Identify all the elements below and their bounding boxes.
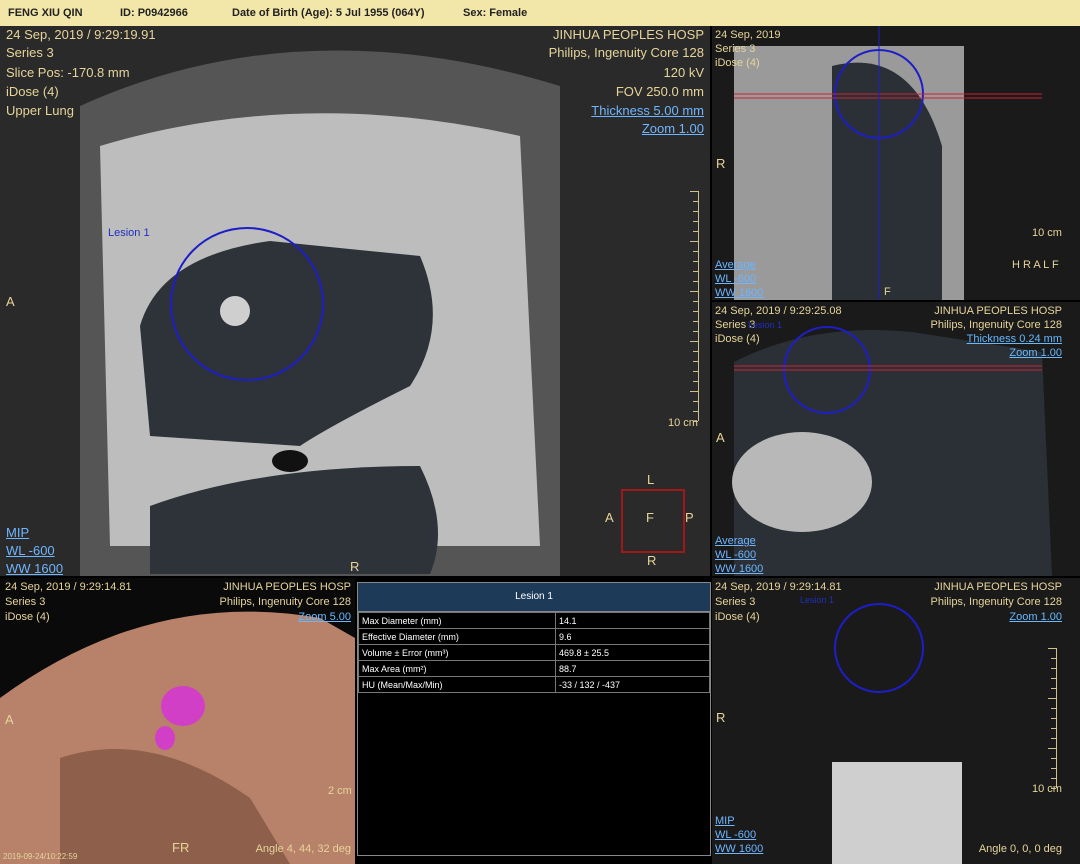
lesion-label-sagittal: Lesion 1 xyxy=(748,320,783,330)
patient-name: FENG XIU QIN xyxy=(8,7,83,19)
sagittal-wl[interactable]: WL -600 xyxy=(715,548,756,562)
axial-fov: FOV 250.0 mm xyxy=(615,84,704,99)
cube-label-left: A xyxy=(605,510,614,525)
axial-scale-ruler xyxy=(690,191,699,422)
axial-zoom[interactable]: Zoom 1.00 xyxy=(642,120,704,138)
lesion-label-axial: Lesion 1 xyxy=(108,227,150,239)
measurement-value: 469.8 ± 25.5 xyxy=(555,644,710,661)
sagittal-viewport[interactable]: 24 Sep, 2019 / 9:29:25.08 Series 3 iDose… xyxy=(712,302,1080,576)
coronal-orient-f: F xyxy=(884,286,891,298)
mip-scale-ruler xyxy=(1048,648,1057,789)
axial-series: Series 3 xyxy=(6,45,54,60)
axial-orient-left: A xyxy=(6,294,15,309)
axial-idose: iDose (4) xyxy=(6,84,59,99)
measurement-row: Max Area (mm²) 88.7 xyxy=(358,660,710,677)
axial-mode[interactable]: MIP xyxy=(6,524,29,542)
patient-dob: Date of Birth (Age): 5 Jul 1955 (064Y) xyxy=(232,7,425,19)
mip-mode[interactable]: MIP xyxy=(715,814,735,828)
mip-orient-r: R xyxy=(716,710,726,725)
volume-datetime: 24 Sep, 2019 / 9:29:14.81 xyxy=(5,581,132,593)
axial-slice-pos: Slice Pos: -170.8 mm xyxy=(6,65,130,80)
mip-zoom[interactable]: Zoom 1.00 xyxy=(1009,610,1062,624)
cube-label-right: P xyxy=(685,510,694,525)
measurement-row: Max Diameter (mm) 14.1 xyxy=(358,612,710,629)
coronal-mode[interactable]: Average xyxy=(715,258,756,272)
sagittal-zoom[interactable]: Zoom 1.00 xyxy=(1009,346,1062,360)
sagittal-orient-a: A xyxy=(716,430,725,445)
axial-hospital: JINHUA PEOPLES HOSP xyxy=(553,27,704,42)
axial-orient-bottom: R xyxy=(350,559,360,574)
patient-sex: Sex: Female xyxy=(463,7,528,19)
axial-region: Upper Lung xyxy=(6,103,74,118)
axial-datetime: 24 Sep, 2019 / 9:29:19.91 xyxy=(6,27,156,42)
volume-zoom[interactable]: Zoom 5.00 xyxy=(298,610,351,624)
sagittal-hospital: JINHUA PEOPLES HOSP xyxy=(934,305,1062,317)
axial-kv: 120 kV xyxy=(663,65,704,80)
measurement-label: Effective Diameter (mm) xyxy=(358,628,556,645)
measurement-row: Effective Diameter (mm) 9.6 xyxy=(358,628,710,645)
mip-viewport[interactable]: 24 Sep, 2019 / 9:29:14.81 Series 3 iDose… xyxy=(712,578,1080,864)
volume-render-viewport[interactable]: 24 Sep, 2019 / 9:29:14.81 Series 3 iDose… xyxy=(0,578,355,864)
volume-scanner: Philips, Ingenuity Core 128 xyxy=(219,596,351,608)
measurement-value: 9.6 xyxy=(555,628,710,645)
mip-scale: 10 cm xyxy=(1032,783,1062,795)
cube-label-center: F xyxy=(646,510,654,525)
sagittal-scanner: Philips, Ingenuity Core 128 xyxy=(930,319,1062,331)
mip-hospital: JINHUA PEOPLES HOSP xyxy=(934,581,1062,593)
volume-angle: Angle 4, 44, 32 deg xyxy=(255,843,351,855)
mip-angle: Angle 0, 0, 0 deg xyxy=(978,843,1062,855)
measurement-label: Volume ± Error (mm³) xyxy=(358,644,556,661)
measurement-value: 88.7 xyxy=(555,660,710,677)
axial-wl[interactable]: WL -600 xyxy=(6,542,55,560)
measurement-title: Lesion 1 xyxy=(358,583,710,612)
coronal-scale: 10 cm xyxy=(1032,227,1062,239)
measurement-table: Max Diameter (mm) 14.1 Effective Diameter … xyxy=(358,612,710,693)
mip-idose: iDose (4) xyxy=(715,611,760,623)
axial-scale-label: 10 cm xyxy=(668,417,698,429)
sagittal-mode[interactable]: Average xyxy=(715,534,756,548)
mip-datetime: 24 Sep, 2019 / 9:29:14.81 xyxy=(715,581,842,593)
volume-series: Series 3 xyxy=(5,596,46,608)
coronal-datetime: 24 Sep, 2019 xyxy=(715,29,781,41)
mip-wl[interactable]: WL -600 xyxy=(715,828,756,842)
cube-label-bottom: R xyxy=(647,553,657,568)
measurement-row: Volume ± Error (mm³) 469.8 ± 25.5 xyxy=(358,644,710,661)
sagittal-ww[interactable]: WW 1600 xyxy=(715,562,763,576)
measurement-label: HU (Mean/Max/Min) xyxy=(358,676,556,693)
axial-viewport[interactable]: 24 Sep, 2019 / 9:29:19.91 Series 3 Slice… xyxy=(0,26,710,576)
axial-scanner: Philips, Ingenuity Core 128 xyxy=(548,45,704,60)
measurement-value: 14.1 xyxy=(555,612,710,629)
mip-scanner: Philips, Ingenuity Core 128 xyxy=(930,596,1062,608)
volume-scale: 2 cm xyxy=(328,785,352,797)
mip-ww[interactable]: WW 1600 xyxy=(715,842,763,856)
axial-ww[interactable]: WW 1600 xyxy=(6,560,63,576)
volume-orient-fr: FR xyxy=(172,840,190,855)
coronal-ww[interactable]: WW 1600 xyxy=(715,286,763,300)
volume-orient-a: A xyxy=(5,712,14,727)
volume-hospital: JINHUA PEOPLES HOSP xyxy=(223,581,351,593)
cube-label-top: L xyxy=(647,472,655,487)
measurement-label: Max Diameter (mm) xyxy=(358,612,556,629)
coronal-series: Series 3 xyxy=(715,43,756,55)
axial-thickness[interactable]: Thickness 5.00 mm xyxy=(591,102,704,120)
lesion-measurement-panel: Lesion 1 Max Diameter (mm) 14.1 Effective … xyxy=(357,582,711,856)
patient-id: ID: P0942966 xyxy=(120,7,188,19)
measurement-value: -33 / 132 / -437 xyxy=(555,676,710,693)
coronal-wl[interactable]: WL -600 xyxy=(715,272,756,286)
measurement-row: HU (Mean/Max/Min) -33 / 132 / -437 xyxy=(358,676,710,693)
coronal-viewport[interactable]: 24 Sep, 2019 Series 3 iDose (4) R F 10 c… xyxy=(712,26,1080,300)
mip-series: Series 3 xyxy=(715,596,756,608)
volume-footer-time: 2019-09-24/10:22:59 xyxy=(3,852,78,861)
coronal-orient-r: R xyxy=(716,156,726,171)
coronal-idose: iDose (4) xyxy=(715,57,760,69)
measurement-label: Max Area (mm²) xyxy=(358,660,556,677)
volume-idose: iDose (4) xyxy=(5,611,50,623)
sagittal-datetime: 24 Sep, 2019 / 9:29:25.08 xyxy=(715,305,842,317)
lesion-label-mip: Lesion 1 xyxy=(800,595,835,605)
sagittal-idose: iDose (4) xyxy=(715,333,760,345)
coronal-cube[interactable]: H R A L F xyxy=(1012,258,1059,272)
patient-header: FENG XIU QIN ID: P0942966 Date of Birth … xyxy=(0,0,1080,26)
sagittal-thickness[interactable]: Thickness 0.24 mm xyxy=(967,332,1062,346)
